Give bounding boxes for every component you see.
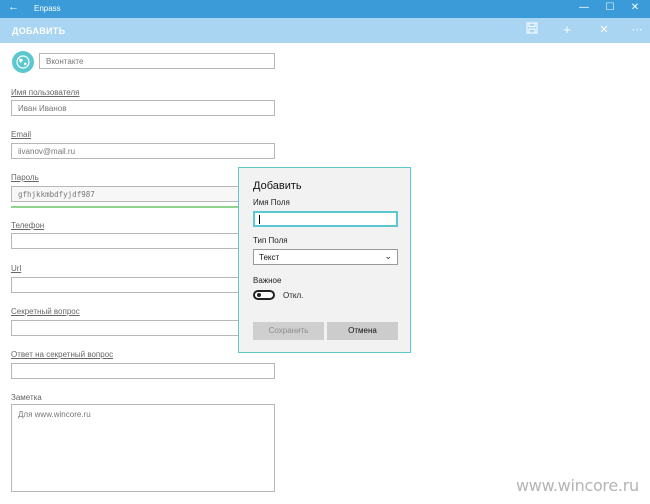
important-label: Важное bbox=[253, 276, 282, 285]
save-button[interactable]: Сохранить bbox=[253, 322, 324, 340]
field-type-select[interactable]: Текст ⌄ bbox=[253, 249, 398, 265]
password-strength-bar bbox=[11, 206, 275, 208]
secret-question-label: Секретный вопрос bbox=[11, 307, 80, 316]
note-label: Заметка bbox=[11, 393, 42, 402]
dialog-title: Добавить bbox=[253, 180, 302, 192]
username-input[interactable]: Иван Иванов bbox=[11, 100, 275, 116]
phone-label: Телефон bbox=[11, 221, 45, 230]
secret-answer-input[interactable] bbox=[11, 363, 275, 379]
url-input[interactable] bbox=[11, 277, 275, 293]
add-field-dialog: Добавить Имя Поля Тип Поля Текст ⌄ Важно… bbox=[238, 167, 411, 353]
globe-glyph-icon bbox=[16, 55, 30, 69]
field-name-input[interactable] bbox=[253, 211, 398, 227]
page-heading: ДОБАВИТЬ bbox=[12, 26, 66, 36]
password-input[interactable]: gfhjkkmbdfyjdf987 bbox=[11, 186, 275, 202]
minimize-icon[interactable]: — bbox=[577, 2, 591, 13]
important-toggle[interactable] bbox=[253, 290, 275, 300]
watermark: www.wincore.ru bbox=[516, 476, 639, 495]
back-arrow-icon[interactable]: ← bbox=[8, 1, 19, 13]
text-caret bbox=[259, 215, 260, 224]
save-icon[interactable] bbox=[523, 22, 541, 38]
close-icon[interactable]: ✕ bbox=[595, 22, 613, 38]
floppy-disk-icon bbox=[526, 22, 538, 34]
email-label: Email bbox=[11, 130, 32, 139]
field-type-value: Текст bbox=[259, 253, 280, 262]
phone-input[interactable] bbox=[11, 233, 275, 249]
field-type-label: Тип Поля bbox=[253, 236, 288, 245]
window-title: Enpass bbox=[34, 4, 61, 13]
globe-icon[interactable] bbox=[12, 51, 34, 73]
toggle-state-text: Откл. bbox=[283, 291, 304, 300]
secret-question-input[interactable] bbox=[11, 320, 275, 336]
chevron-down-icon: ⌄ bbox=[384, 251, 392, 261]
username-label: Имя пользователя bbox=[11, 88, 80, 97]
more-icon[interactable]: ⋯ bbox=[628, 22, 646, 38]
secret-answer-label: Ответ на секретный вопрос bbox=[11, 350, 114, 359]
email-input[interactable]: iivanov@mail.ru bbox=[11, 143, 275, 159]
cancel-button[interactable]: Отмена bbox=[327, 322, 398, 340]
toggle-knob bbox=[257, 293, 261, 297]
close-window-icon[interactable]: ✕ bbox=[628, 2, 642, 13]
app-bar: ДОБАВИТЬ + ✕ ⋯ bbox=[0, 18, 650, 43]
title-input[interactable]: Вконтакте bbox=[39, 53, 275, 69]
password-label: Пароль bbox=[11, 173, 39, 182]
add-icon[interactable]: + bbox=[558, 22, 576, 38]
window-titlebar: ← Enpass — ☐ ✕ bbox=[0, 0, 650, 18]
maximize-icon[interactable]: ☐ bbox=[603, 2, 617, 13]
note-textarea[interactable]: Для www.wincore.ru bbox=[11, 404, 275, 492]
url-label: Url bbox=[11, 264, 22, 273]
field-name-label: Имя Поля bbox=[253, 198, 290, 207]
